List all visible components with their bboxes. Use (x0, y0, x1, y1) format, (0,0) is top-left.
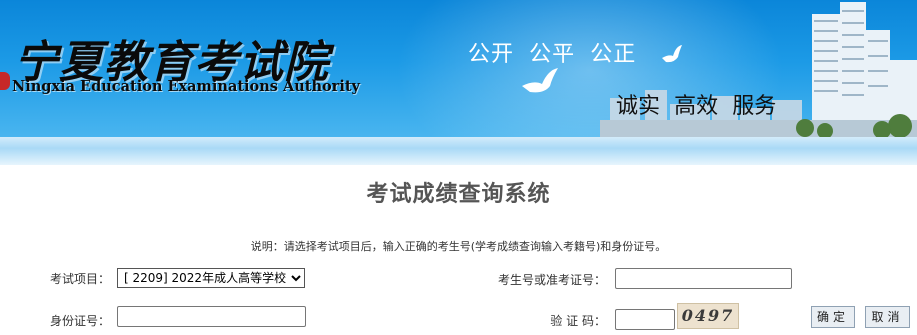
page-title: 考试成绩查询系统 (366, 182, 551, 207)
id-card-label: 身份证号： (49, 314, 110, 328)
dove-icon (522, 68, 558, 93)
exam-item-label: 考试项目： (49, 272, 110, 286)
id-card-input[interactable] (117, 306, 306, 327)
instruction-text: 说明：请选择考试项目后，输入正确的考生号(学考成绩查询输入考籍号)和身份证号。 (250, 240, 667, 253)
cancel-button[interactable]: 取消 (865, 306, 910, 328)
captcha-input[interactable] (615, 309, 675, 330)
captcha-label: 验 证 码： (550, 314, 606, 328)
logo-english: Ningxia Education Examinations Authority (12, 78, 360, 95)
candidate-number-label: 考生号或准考证号： (497, 273, 606, 287)
captcha-image[interactable]: 0497 (677, 303, 739, 329)
exam-item-select[interactable]: [ 2209] 2022年成人高等学校 (117, 268, 305, 288)
logo-mark (0, 72, 10, 90)
header-divider-band (0, 137, 917, 165)
slogan-bottom: 诚实 高效 服务 (616, 93, 777, 118)
dove-icon (662, 45, 682, 63)
confirm-button[interactable]: 确定 (811, 306, 855, 328)
slogan-top: 公开 公平 公正 (468, 41, 637, 66)
candidate-number-input[interactable] (615, 268, 792, 289)
header-banner: 宁夏教育考试院 Ningxia Education Examinations A… (0, 0, 917, 137)
